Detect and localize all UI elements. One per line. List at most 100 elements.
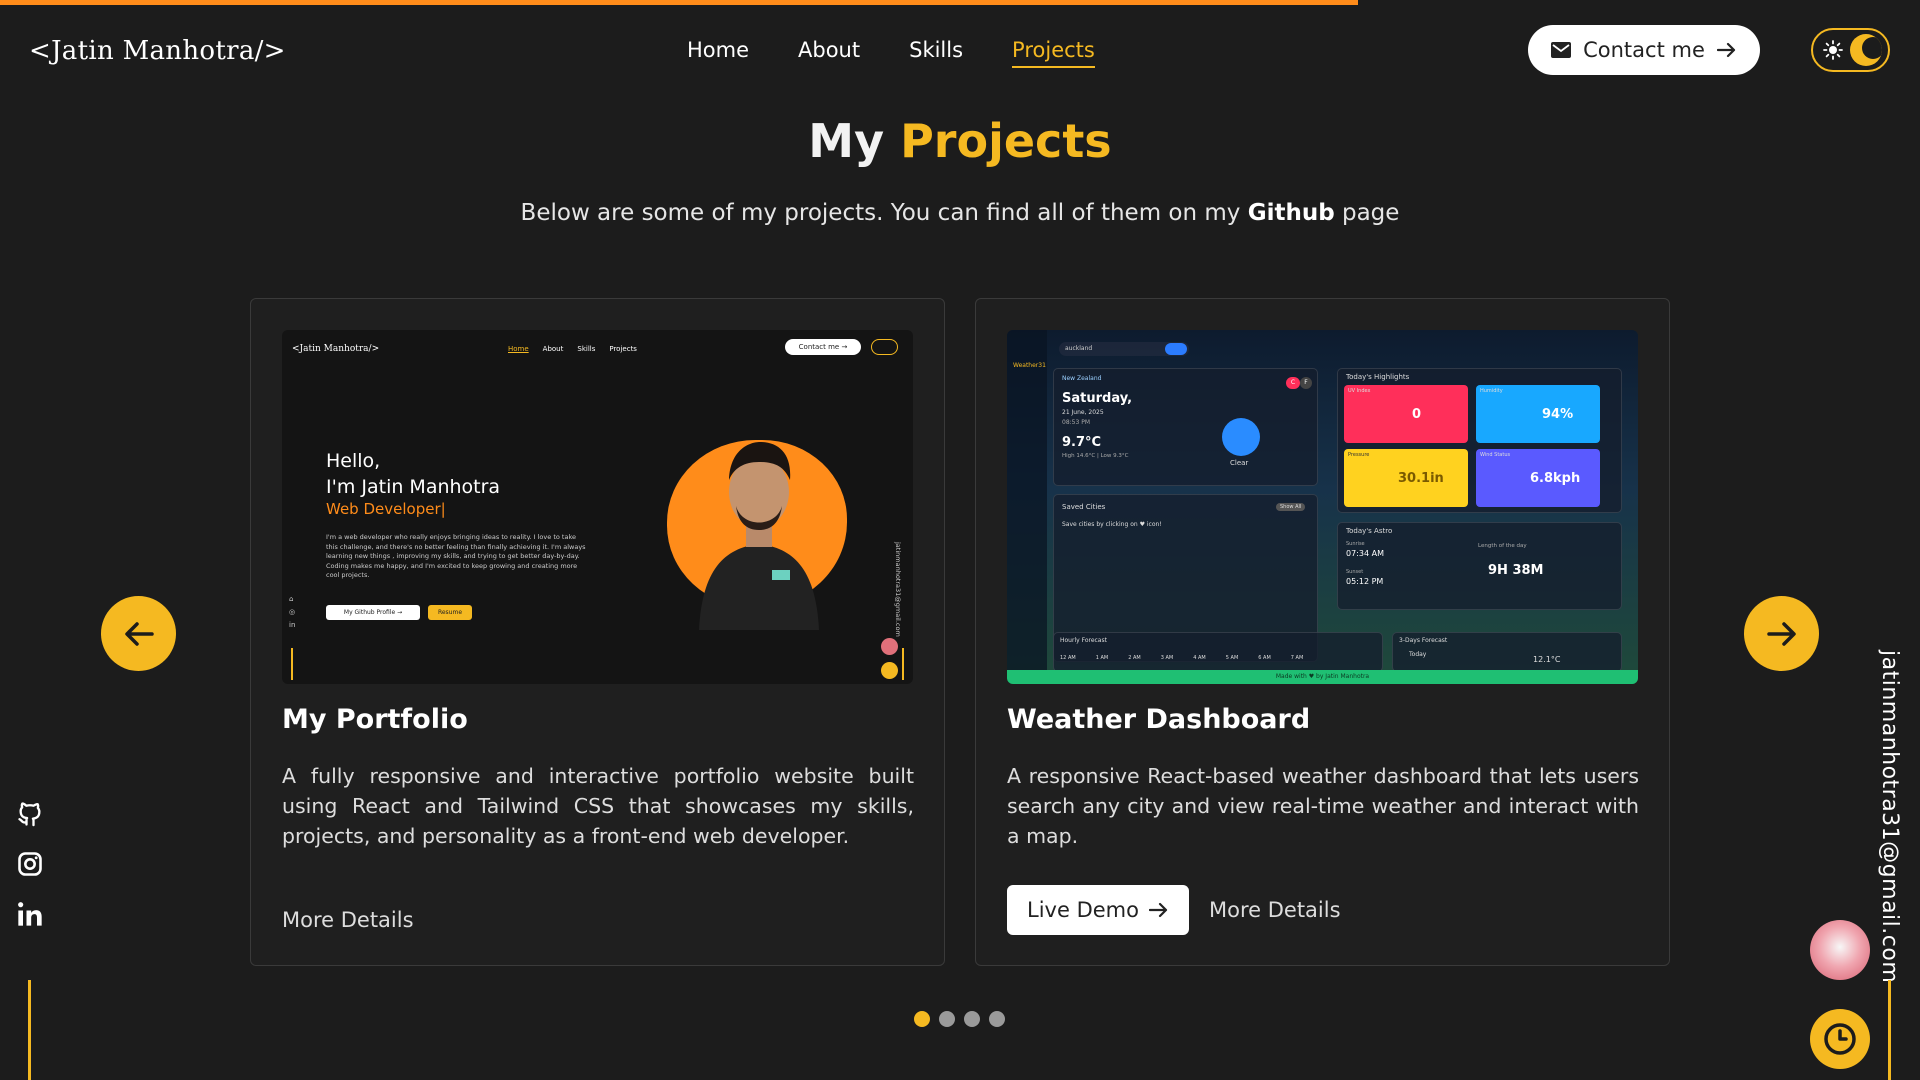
nav-projects[interactable]: Projects <box>1012 38 1095 68</box>
sun-icon <box>1823 40 1843 60</box>
preview-hourly-panel: Hourly Forecast 12 AM 1 AM 2 AM 3 AM 4 A… <box>1053 632 1383 672</box>
clock-button[interactable] <box>1810 1009 1870 1069</box>
clock-icon <box>1824 1023 1856 1055</box>
more-details-link[interactable]: More Details <box>1209 898 1341 922</box>
page-title-accent: Projects <box>900 114 1112 168</box>
right-accent-rule <box>1888 980 1891 1080</box>
more-details-link[interactable]: More Details <box>282 908 414 932</box>
live-demo-button[interactable]: Live Demo <box>1007 885 1189 935</box>
weather-preview-image[interactable]: Weather31 auckland New Zealand Saturday,… <box>1007 330 1638 684</box>
preview-nav-item: Projects <box>609 345 637 353</box>
preview-logo: <Jatin Manhotra/> <box>292 344 380 354</box>
left-accent-rule <box>28 980 31 1080</box>
preview-contact-button: Contact me → <box>785 339 861 355</box>
nav-skills[interactable]: Skills <box>909 38 963 68</box>
preview-day: Saturday, <box>1062 391 1133 406</box>
preview-role: Web Developer| <box>326 500 446 518</box>
preview-pressure-value: 30.1in <box>1398 471 1444 486</box>
preview-app-name: Weather31 <box>1013 362 1046 369</box>
nav-home[interactable]: Home <box>687 38 749 68</box>
preview-nav-item: Skills <box>577 345 596 353</box>
project-title: Weather Dashboard <box>1007 704 1311 735</box>
preview-sunset: 05:12 PM <box>1346 577 1384 586</box>
project-card-weather: Weather31 auckland New Zealand Saturday,… <box>975 298 1670 966</box>
preview-highlights-title: Today's Highlights <box>1346 373 1410 381</box>
preview-hello: Hello, I'm Jatin Manhotra <box>326 448 500 500</box>
preview-hour: 1 AM <box>1095 655 1109 661</box>
main-nav: Home About Skills Projects <box>687 38 1095 68</box>
preview-length-label: Length of the day <box>1478 543 1527 549</box>
carousel-dot-4[interactable] <box>989 1011 1005 1027</box>
site-logo[interactable]: <Jatin Manhotra/> <box>29 36 286 66</box>
theme-toggle[interactable] <box>1811 28 1890 72</box>
subtitle-text: Below are some of my projects. You can f… <box>520 200 1241 226</box>
contact-me-label: Contact me <box>1583 38 1705 62</box>
preview-hour: 5 AM <box>1225 655 1239 661</box>
github-link[interactable]: Github <box>1248 200 1335 226</box>
preview-date: 21 June, 2025 <box>1062 409 1104 416</box>
preview-email: jatinmanhotra31@gmail.com <box>894 542 902 637</box>
preview-current-weather-panel: New Zealand Saturday, 21 June, 2025 08:5… <box>1053 368 1318 486</box>
preview-country: New Zealand <box>1062 375 1102 382</box>
preview-hour: 4 AM <box>1193 655 1206 661</box>
avatar[interactable] <box>1810 920 1870 980</box>
project-description: A responsive React-based weather dashboa… <box>1007 764 1639 848</box>
page-title-plain: My <box>808 114 885 168</box>
live-demo-label: Live Demo <box>1027 898 1139 922</box>
project-card-portfolio: <Jatin Manhotra/> Home About Skills Proj… <box>250 298 945 966</box>
preview-portrait-image <box>699 442 819 630</box>
preview-nav-item: About <box>542 345 564 353</box>
preview-wind-value: 6.8kph <box>1530 471 1581 486</box>
carousel-prev-button[interactable] <box>101 596 176 671</box>
preview-saved-title: Saved Cities <box>1062 503 1106 511</box>
contact-me-button[interactable]: Contact me <box>1528 25 1760 75</box>
carousel-dot-2[interactable] <box>939 1011 955 1027</box>
preview-unit-f: F <box>1300 377 1312 389</box>
instagram-icon[interactable] <box>16 850 44 878</box>
preview-hi-lo: High 14.6°C | Low 9.3°C <box>1062 453 1129 459</box>
preview-humidity-label: Humidity <box>1480 388 1503 394</box>
preview-name-line: I'm Jatin Manhotra <box>326 476 501 498</box>
preview-nav-item: Home <box>508 345 529 353</box>
linkedin-icon[interactable] <box>16 900 44 928</box>
carousel-dots <box>914 1011 1005 1027</box>
preview-resume-button: Resume <box>428 605 472 620</box>
preview-unit-c: C <box>1286 377 1300 389</box>
preview-hour: 7 AM <box>1290 655 1304 661</box>
portfolio-preview-image[interactable]: <Jatin Manhotra/> Home About Skills Proj… <box>282 330 913 684</box>
preview-clock-icon <box>881 662 898 679</box>
preview-github-icon: ⌂ <box>289 595 294 603</box>
project-description: A fully responsive and interactive portf… <box>282 764 914 848</box>
preview-condition: Clear <box>1230 459 1249 467</box>
carousel-next-button[interactable] <box>1744 596 1819 671</box>
arrow-right-icon <box>1716 42 1735 58</box>
preview-pressure-tile: Pressure 30.1in <box>1344 449 1468 507</box>
preview-github-button: My Github Profile → <box>326 605 420 620</box>
preview-saved-hint: Save cities by clicking on ♥ icon! <box>1062 521 1162 528</box>
arrow-right-icon <box>1766 621 1796 646</box>
preview-sunset-label: Sunset <box>1346 569 1364 575</box>
preview-hours: 12 AM 1 AM 2 AM 3 AM 4 AM 5 AM 6 AM 7 AM <box>1060 655 1303 661</box>
moon-icon <box>1850 34 1882 66</box>
preview-avatar <box>881 638 898 655</box>
preview-temperature: 9.7°C <box>1062 435 1102 450</box>
preview-days-title: 3-Days Forecast <box>1399 637 1448 644</box>
preview-hour: 12 AM <box>1060 655 1076 661</box>
preview-astro-panel: Today's Astro Sunrise 07:34 AM Sunset 05… <box>1337 522 1622 610</box>
preview-wind-tile: Wind Status 6.8kph <box>1476 449 1600 507</box>
carousel-dot-3[interactable] <box>964 1011 980 1027</box>
carousel-dot-1[interactable] <box>914 1011 930 1027</box>
preview-hour: 3 AM <box>1160 655 1174 661</box>
preview-hour: 2 AM <box>1128 655 1141 661</box>
nav-about[interactable]: About <box>798 38 860 68</box>
arrow-right-icon <box>1148 902 1168 918</box>
preview-pressure-label: Pressure <box>1348 452 1370 458</box>
preview-forecast-panel: 3-Days Forecast Today 12.1°C <box>1392 632 1622 672</box>
preview-days-temp: 12.1°C <box>1533 655 1561 664</box>
preview-show-all: Show All <box>1276 503 1306 511</box>
preview-moon-icon <box>1222 418 1260 456</box>
preview-uv-tile: UV Index 0 <box>1344 385 1468 443</box>
preview-bio: I'm a web developer who really enjoys br… <box>326 533 586 579</box>
github-icon[interactable] <box>16 800 44 828</box>
email-link[interactable]: jatinmanhotra31@gmail.com <box>1877 650 1902 983</box>
